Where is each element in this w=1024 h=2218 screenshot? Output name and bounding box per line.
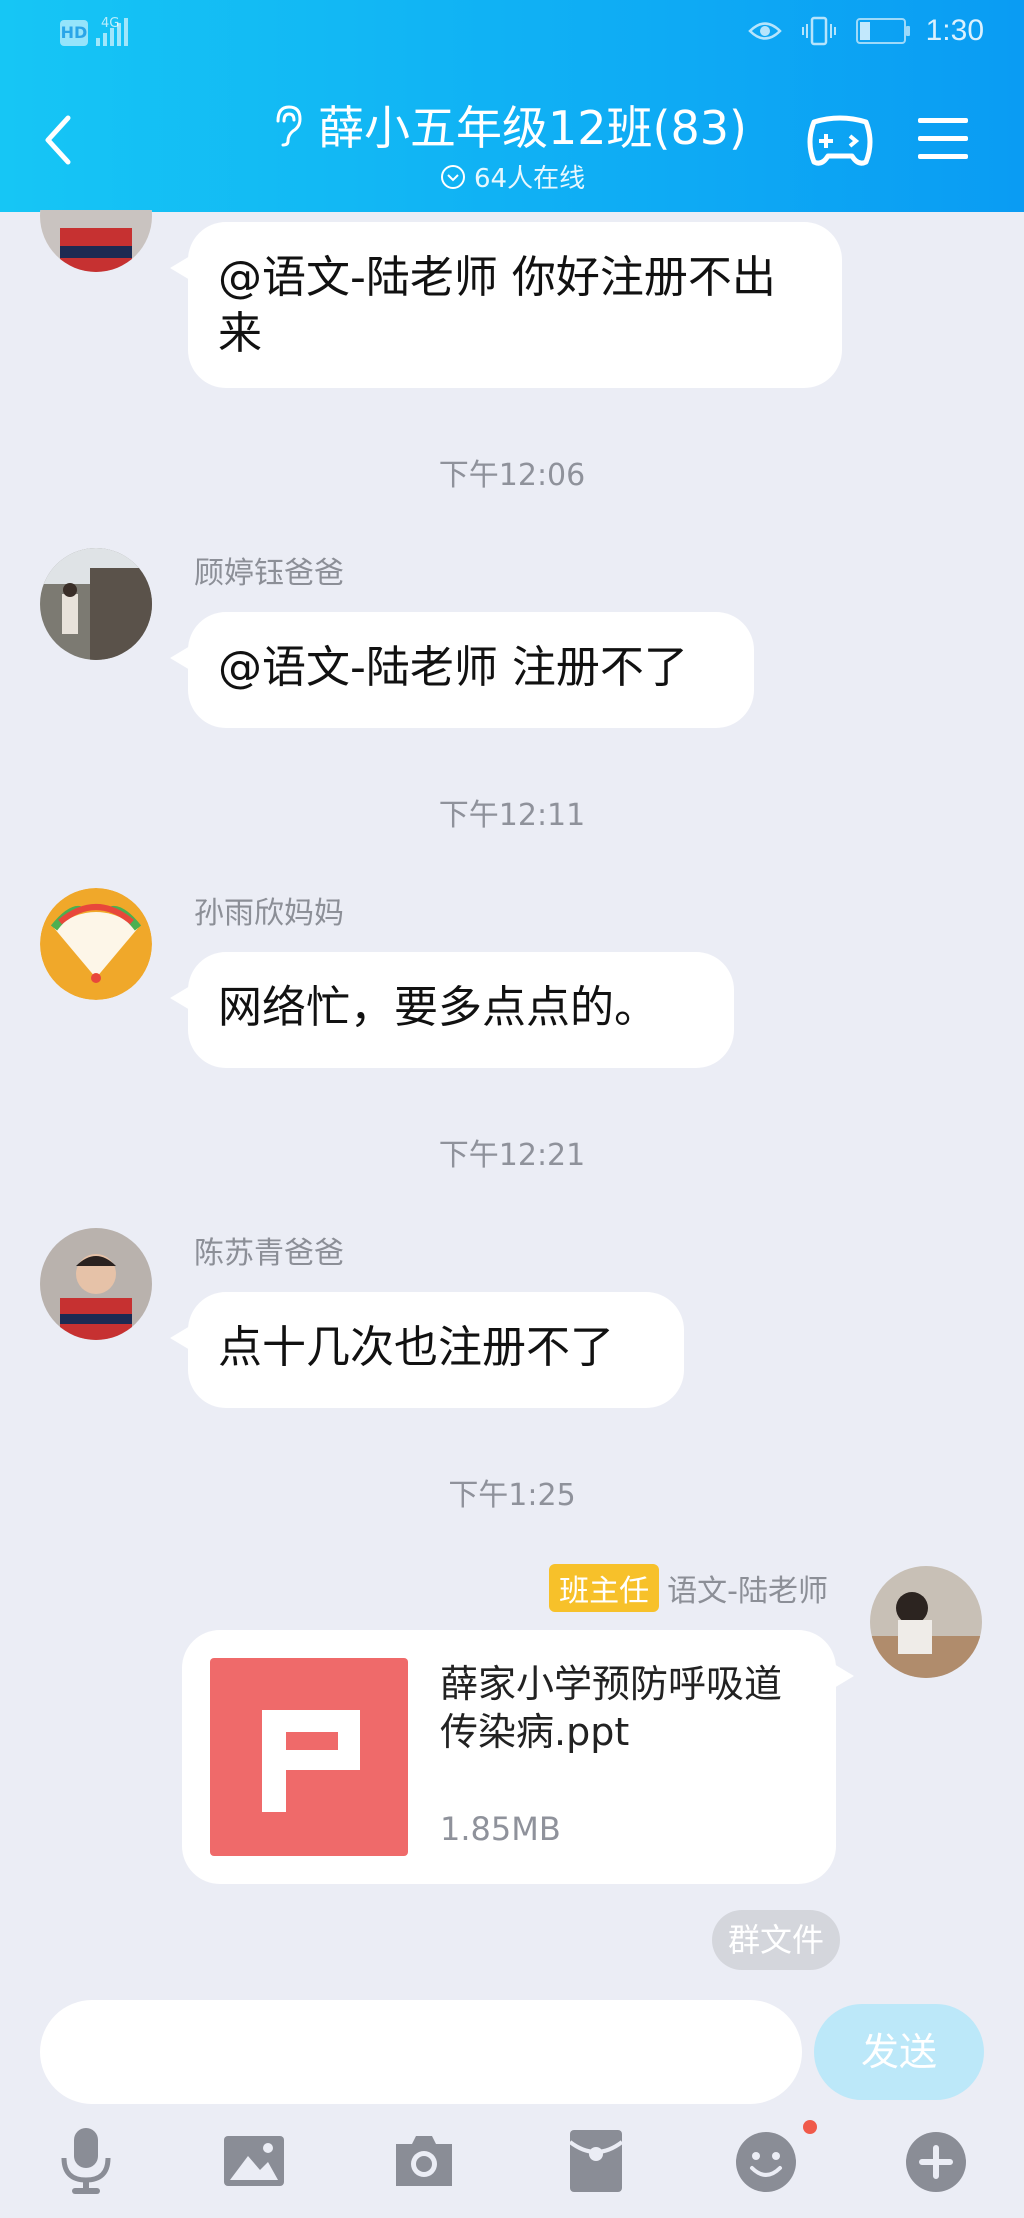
message-text: 点十几次也注册不了 bbox=[218, 1322, 614, 1373]
game-controller-icon[interactable] bbox=[806, 112, 874, 170]
message-bubble[interactable]: @语文-陆老师 注册不了 bbox=[170, 612, 754, 728]
timestamp: 下午12:06 bbox=[438, 458, 586, 493]
clock: 1:30 bbox=[925, 14, 984, 47]
hd-badge: HD bbox=[60, 20, 88, 46]
system-status: 1:30 bbox=[747, 14, 984, 48]
message-text: @语文-陆老师 注册不了 bbox=[218, 642, 688, 693]
battery-icon bbox=[855, 18, 910, 44]
network-type: 4G bbox=[101, 16, 120, 31]
eye-icon bbox=[747, 22, 782, 40]
file-name: 薛家小学预防呼吸道传染病.ppt bbox=[440, 1662, 783, 1754]
send-button[interactable]: 发送 bbox=[814, 2004, 984, 2100]
sender-name: 孙雨欣妈妈 bbox=[194, 896, 344, 931]
image-icon[interactable] bbox=[222, 2126, 286, 2196]
avatar[interactable] bbox=[40, 888, 152, 1000]
online-text: 64人在线 bbox=[474, 164, 586, 194]
input-toolbar bbox=[0, 2126, 1024, 2206]
group-file-button[interactable]: 群文件 bbox=[712, 1910, 840, 1970]
avatar-image bbox=[40, 888, 152, 1000]
message-bubble[interactable]: @语文-陆老师 你好注册不出来 bbox=[170, 222, 842, 388]
avatar[interactable] bbox=[870, 1566, 982, 1678]
plus-icon[interactable] bbox=[904, 2126, 968, 2196]
status-bar: HD 4G 1:30 bbox=[0, 0, 1024, 70]
role-badge: 班主任 bbox=[549, 1564, 660, 1612]
ppt-file-icon bbox=[210, 1658, 408, 1856]
avatar[interactable] bbox=[40, 1228, 152, 1340]
file-size: 1.85MB bbox=[440, 1810, 561, 1848]
timestamp: 下午12:21 bbox=[438, 1138, 586, 1173]
avatar-image bbox=[40, 548, 152, 660]
sender-name: 顾婷钰爸爸 bbox=[194, 556, 344, 591]
timestamp: 下午12:11 bbox=[438, 798, 586, 833]
message-input[interactable] bbox=[40, 2000, 802, 2104]
avatar-image bbox=[870, 1566, 982, 1678]
emoji-icon[interactable] bbox=[734, 2126, 798, 2196]
chat-title: 薛小五年级12班(83) bbox=[318, 101, 747, 155]
sender-name: 陈苏青爸爸 bbox=[194, 1236, 344, 1271]
message-text: @语文-陆老师 你好注册不出来 bbox=[218, 252, 776, 359]
vibrate-icon bbox=[801, 16, 836, 46]
ear-icon bbox=[276, 105, 302, 147]
avatar[interactable] bbox=[40, 548, 152, 660]
notification-dot bbox=[803, 2120, 817, 2134]
back-icon[interactable] bbox=[40, 112, 76, 168]
chat-header: HD 4G 1:30 薛小五年级12班(83) 64人在线 bbox=[0, 0, 1024, 212]
timestamp: 下午1:25 bbox=[448, 1478, 576, 1513]
chat-title-area[interactable]: 薛小五年级12班(83) bbox=[270, 92, 747, 158]
file-message-bubble[interactable]: 薛家小学预防呼吸道传染病.ppt 1.85MB bbox=[182, 1630, 854, 1884]
avatar-image bbox=[40, 1228, 152, 1340]
red-packet-icon[interactable] bbox=[564, 2126, 628, 2196]
camera-icon[interactable] bbox=[392, 2126, 456, 2196]
message-bubble[interactable]: 点十几次也注册不了 bbox=[170, 1292, 684, 1408]
chevron-down-circle-icon bbox=[441, 164, 465, 189]
message-text: 网络忙，要多点点的。 bbox=[218, 982, 658, 1033]
sender-name: 语文-陆老师 bbox=[667, 1574, 828, 1609]
microphone-icon[interactable] bbox=[54, 2126, 118, 2196]
sender-line: 班主任 语文-陆老师 bbox=[549, 1564, 828, 1612]
menu-icon[interactable] bbox=[918, 118, 968, 172]
message-bubble[interactable]: 网络忙，要多点点的。 bbox=[170, 952, 734, 1068]
online-count[interactable]: 64人在线 bbox=[440, 158, 585, 195]
